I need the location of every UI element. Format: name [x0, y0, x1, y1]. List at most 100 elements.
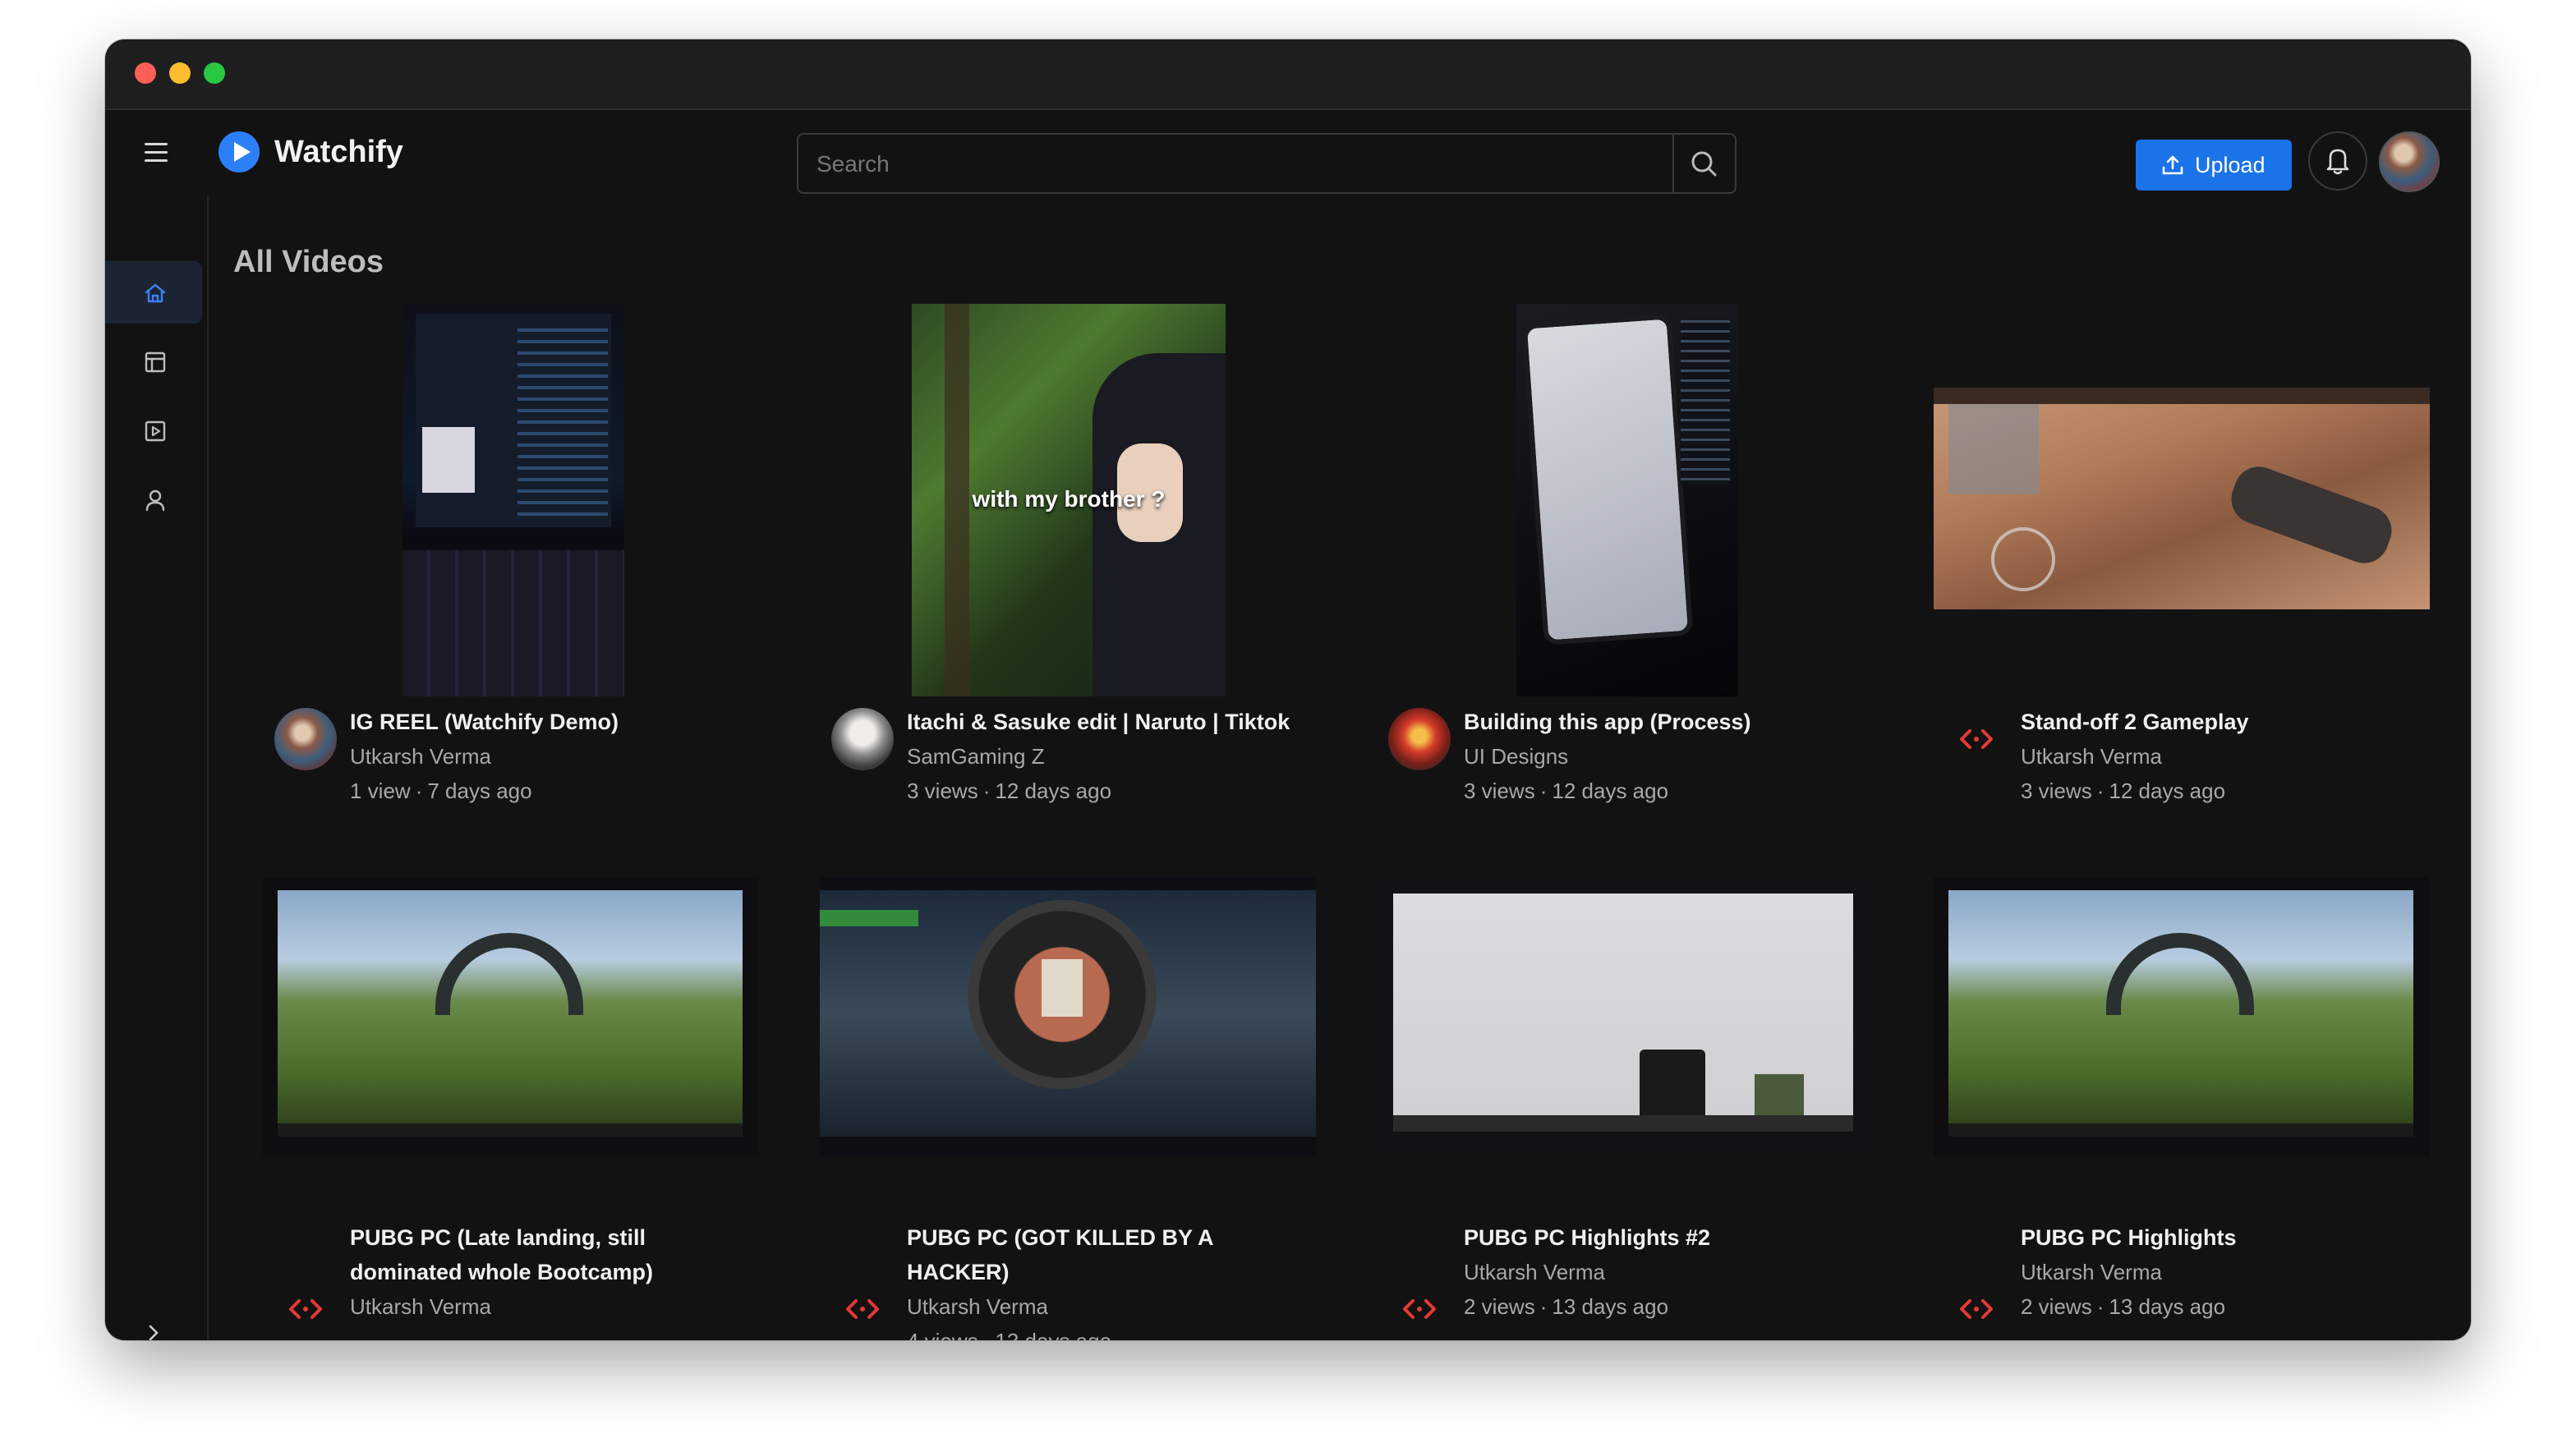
thumbnail-caption: with my brother ? — [972, 486, 1166, 512]
view-count: 1 view — [350, 779, 411, 803]
video-card[interactable]: IG REEL (Watchify Demo) Utkarsh Verma 1 … — [263, 304, 759, 846]
video-meta: PUBG PC (Late landing, still dominated w… — [350, 1220, 752, 1319]
video-title[interactable]: PUBG PC (Late landing, still dominated w… — [350, 1220, 752, 1289]
search-input[interactable] — [815, 135, 1640, 194]
upload-age: 13 days ago — [2109, 1294, 2226, 1319]
channel-name[interactable]: Utkarsh Verma — [350, 1289, 752, 1319]
upload-age: 13 days ago — [995, 1329, 1111, 1340]
code-icon[interactable] — [836, 1283, 889, 1335]
video-title[interactable]: IG REEL (Watchify Demo) — [350, 705, 752, 739]
video-meta: PUBG PC Highlights Utkarsh Verma 2 views… — [2021, 1220, 2423, 1324]
upload-age: 12 days ago — [1552, 779, 1669, 803]
code-icon[interactable] — [1950, 713, 2003, 765]
video-thumbnail[interactable] — [402, 304, 624, 696]
user-avatar[interactable] — [2379, 131, 2440, 192]
upload-age: 13 days ago — [1552, 1294, 1669, 1319]
title-bar — [105, 39, 2471, 110]
library-icon — [145, 351, 166, 373]
bell-icon — [2326, 149, 2349, 175]
video-thumbnail[interactable]: with my brother ? — [912, 304, 1226, 696]
view-count: 2 views — [1464, 1294, 1535, 1319]
upload-age: 12 days ago — [2109, 779, 2226, 803]
video-thumbnail[interactable] — [263, 877, 759, 1156]
user-icon — [145, 489, 165, 512]
video-stats: 2 views · 13 days ago — [2021, 1294, 2226, 1319]
upload-icon — [2162, 155, 2183, 175]
video-title[interactable]: PUBG PC (GOT KILLED BY A HACKER) — [907, 1220, 1309, 1289]
upload-button[interactable]: Upload — [2136, 140, 2292, 191]
upload-age: 7 days ago — [427, 779, 532, 803]
video-stats: 3 views · 12 days ago — [1464, 779, 1669, 803]
close-window-button[interactable] — [135, 62, 156, 84]
video-title[interactable]: Stand-off 2 Gameplay — [2021, 705, 2423, 739]
channel-avatar[interactable] — [274, 708, 337, 770]
video-thumbnail[interactable] — [1934, 877, 2430, 1156]
minimize-window-button[interactable] — [169, 62, 191, 84]
search-box — [797, 133, 1736, 194]
maximize-window-button[interactable] — [204, 62, 225, 84]
view-count: 3 views — [2021, 779, 2092, 803]
video-thumbnail[interactable] — [1934, 388, 2430, 609]
video-meta: Itachi & Sasuke edit | Naruto | Tiktok S… — [907, 705, 1309, 808]
channel-name[interactable]: SamGaming Z — [907, 739, 1309, 774]
video-title[interactable]: PUBG PC Highlights #2 — [1464, 1220, 1866, 1255]
code-icon[interactable] — [1393, 1283, 1446, 1335]
expand-sidebar-button[interactable] — [141, 1321, 166, 1340]
sidebar-item-home[interactable] — [105, 261, 202, 324]
video-card[interactable]: Building this app (Process) UI Designs 3… — [1377, 304, 1873, 846]
search-icon — [1691, 151, 1717, 177]
channel-name[interactable]: UI Designs — [1464, 739, 1866, 774]
channel-name[interactable]: Utkarsh Verma — [907, 1289, 1309, 1324]
video-meta: PUBG PC Highlights #2 Utkarsh Verma 2 vi… — [1464, 1220, 1866, 1324]
video-stats: 3 views · 12 days ago — [2021, 779, 2226, 803]
video-title[interactable]: Building this app (Process) — [1464, 705, 1866, 739]
video-stats: 4 views·13 days ago — [907, 1324, 1309, 1340]
sidebar-item-videos[interactable] — [105, 399, 202, 462]
sidebar — [105, 195, 209, 1340]
top-header: Watchify Upload — [105, 110, 2471, 195]
video-meta: IG REEL (Watchify Demo) Utkarsh Verma 1 … — [350, 705, 752, 808]
video-card[interactable]: PUBG PC (GOT KILLED BY A HACKER) Utkarsh… — [820, 877, 1316, 1340]
channel-name[interactable]: Utkarsh Verma — [1464, 1255, 1866, 1289]
channel-avatar[interactable] — [831, 708, 894, 770]
logo-icon[interactable] — [218, 131, 260, 172]
channel-name[interactable]: Utkarsh Verma — [2021, 739, 2423, 774]
play-icon — [145, 420, 166, 442]
video-stats: 3 views · 12 days ago — [907, 779, 1112, 803]
video-thumbnail[interactable] — [820, 877, 1316, 1156]
code-icon[interactable] — [279, 1283, 332, 1335]
view-count: 4 views — [907, 1329, 978, 1340]
video-title[interactable]: Itachi & Sasuke edit | Naruto | Tiktok — [907, 705, 1309, 739]
channel-name[interactable]: Utkarsh Verma — [2021, 1255, 2423, 1289]
view-count: 2 views — [2021, 1294, 2092, 1319]
app-name[interactable]: Watchify — [274, 135, 403, 170]
video-card[interactable]: Stand-off 2 Gameplay Utkarsh Verma 3 vie… — [1934, 304, 2430, 846]
code-icon[interactable] — [1950, 1283, 2003, 1335]
video-stats: 1 view · 7 days ago — [350, 779, 532, 803]
channel-name[interactable]: Utkarsh Verma — [350, 739, 752, 774]
channel-avatar[interactable] — [1388, 708, 1451, 770]
chevron-right-icon — [149, 1325, 159, 1340]
upload-age: 12 days ago — [995, 779, 1112, 803]
sidebar-item-library[interactable] — [105, 330, 202, 393]
video-card[interactable]: PUBG PC Highlights #2 Utkarsh Verma 2 vi… — [1377, 877, 1873, 1340]
video-meta: Building this app (Process) UI Designs 3… — [1464, 705, 1866, 808]
video-thumbnail[interactable] — [1516, 304, 1738, 696]
video-card[interactable]: PUBG PC Highlights Utkarsh Verma 2 views… — [1934, 877, 2430, 1340]
search-button[interactable] — [1672, 135, 1735, 192]
menu-icon[interactable] — [141, 136, 174, 169]
video-card[interactable]: with my brother ? Itachi & Sasuke edit |… — [820, 304, 1316, 846]
app-window: Watchify Upload — [105, 39, 2471, 1340]
view-count: 3 views — [1464, 779, 1535, 803]
upload-label: Upload — [2195, 153, 2266, 177]
video-thumbnail[interactable] — [1377, 877, 1873, 1156]
home-icon — [145, 283, 166, 303]
video-card[interactable]: PUBG PC (Late landing, still dominated w… — [263, 877, 759, 1340]
video-stats: 2 views · 13 days ago — [1464, 1294, 1669, 1319]
video-meta: Stand-off 2 Gameplay Utkarsh Verma 3 vie… — [2021, 705, 2423, 808]
notifications-button[interactable] — [2308, 131, 2367, 191]
video-meta: PUBG PC (GOT KILLED BY A HACKER) Utkarsh… — [907, 1220, 1309, 1340]
page-title: All Videos — [233, 245, 384, 279]
sidebar-item-profile[interactable] — [105, 468, 202, 531]
video-title[interactable]: PUBG PC Highlights — [2021, 1220, 2423, 1255]
